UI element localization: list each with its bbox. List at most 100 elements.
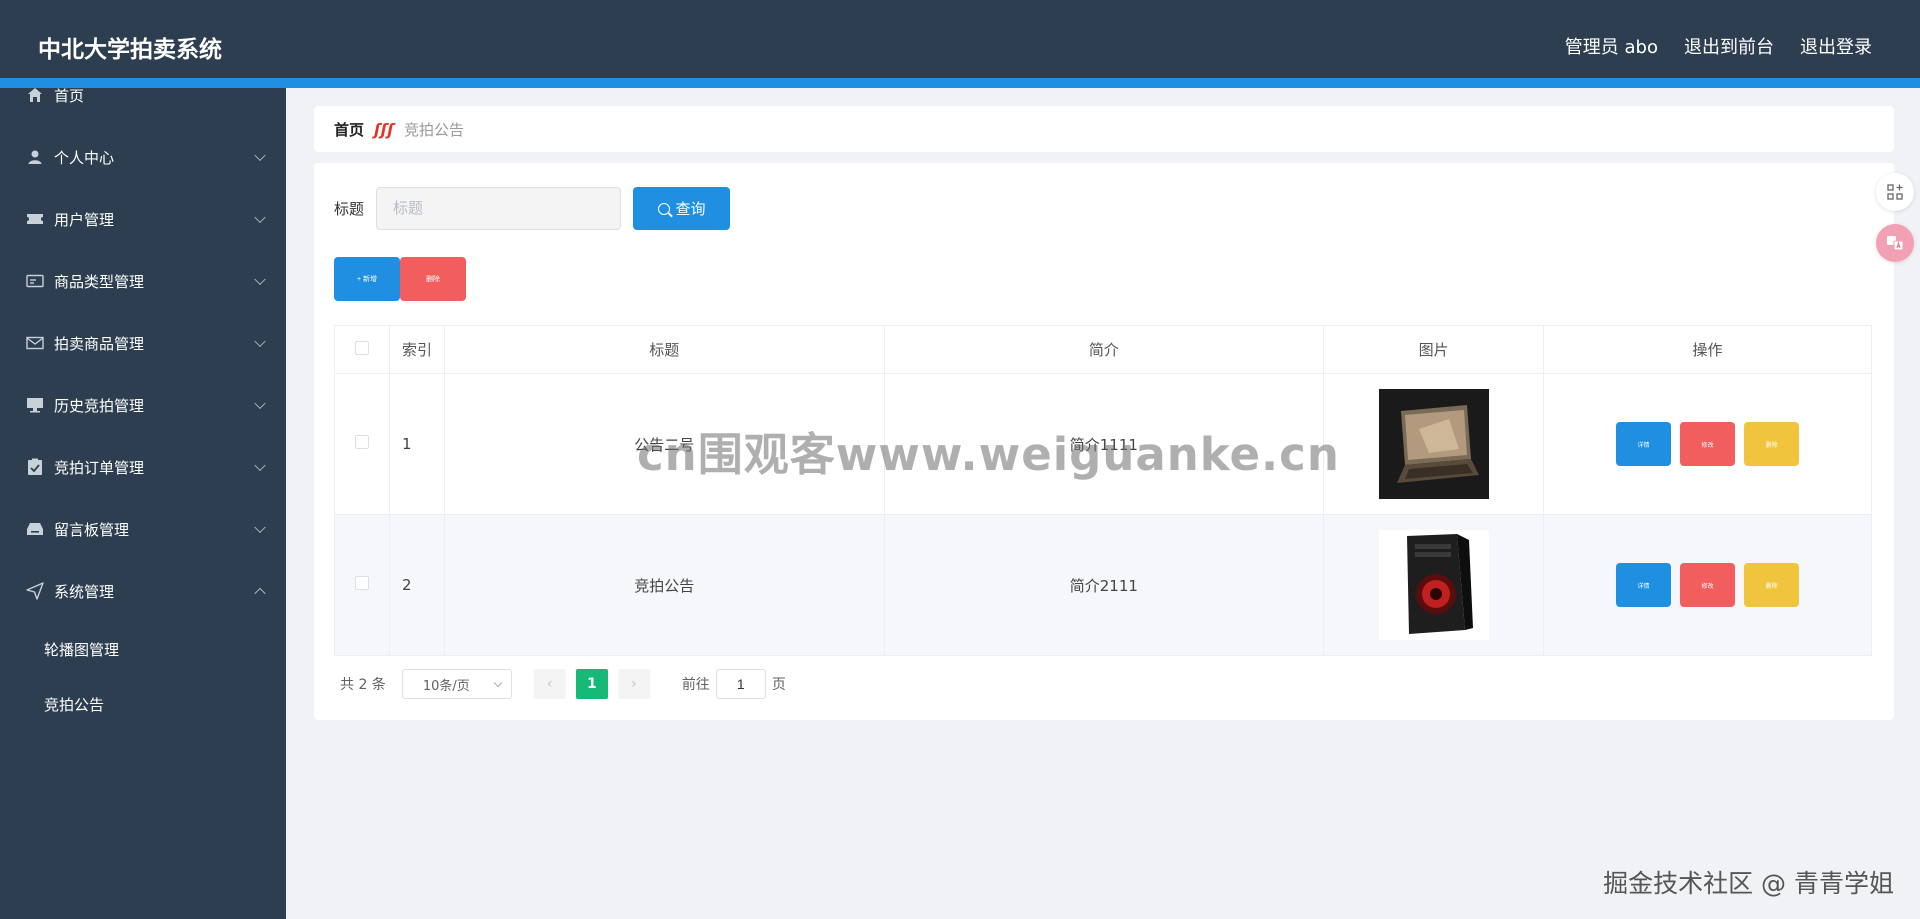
chevron-down-icon — [493, 678, 503, 688]
chevron-down-icon — [254, 521, 266, 534]
table-header-row: 索引 标题 简介 图片 操作 — [334, 325, 1872, 374]
laptop-image — [1378, 389, 1489, 499]
detail-button[interactable]: 详情 — [1616, 422, 1672, 466]
announcement-table: 索引 标题 简介 图片 操作 1 公告二号 简介1111 详情 修改 删除 2 … — [334, 325, 1872, 656]
app-title: 中北大学拍卖系统 — [38, 37, 222, 63]
sidebar-item-user-management[interactable]: 用户管理 — [0, 188, 286, 250]
logout-link[interactable]: 退出登录 — [1800, 33, 1872, 59]
mail-icon — [26, 334, 44, 352]
delete-button[interactable]: 删除 — [1744, 563, 1800, 607]
page-number-button[interactable]: 1 — [575, 669, 608, 699]
chevron-down-icon — [254, 149, 266, 162]
ticket-icon — [26, 210, 44, 228]
clipboard-check-icon — [26, 458, 44, 476]
apps-add-icon[interactable] — [1876, 173, 1914, 211]
header-links: 管理员 abo 退出到前台 退出登录 — [1565, 33, 1872, 59]
page-size-select[interactable]: 10条/页 — [401, 669, 512, 699]
search-form: 标题 查询 — [334, 187, 731, 230]
next-page-button[interactable]: › — [617, 669, 650, 699]
search-icon — [657, 202, 670, 215]
chevron-down-icon — [254, 459, 266, 472]
goto-page-input[interactable] — [715, 669, 766, 699]
sidebar-item-history-bid-management[interactable]: 历史竞拍管理 — [0, 374, 286, 436]
send-icon — [26, 582, 44, 600]
row-select-cell — [334, 514, 390, 656]
chevron-down-icon — [254, 273, 266, 286]
breadcrumb-separator-icon: ʃʃʃ — [374, 119, 394, 139]
chevron-down-icon — [254, 335, 266, 348]
sidebar-item-label: 首页 — [54, 86, 85, 105]
table-row: 2 竞拍公告 简介2111 详情 修改 删除 — [334, 514, 1872, 656]
pagination: 共 2 条 10条/页 ‹ 1 › 前往 页 — [340, 669, 786, 699]
row-actions: 详情 修改 删除 — [1543, 514, 1872, 656]
goto-label: 前往 — [681, 677, 710, 693]
row-checkbox[interactable] — [354, 576, 369, 590]
sidebar-subitem-carousel-management[interactable]: 轮播图管理 — [0, 622, 286, 677]
inbox-icon — [26, 520, 44, 538]
sidebar-item-label: 拍卖商品管理 — [54, 334, 145, 353]
row-index: 1 — [388, 373, 445, 515]
chevron-up-icon — [254, 587, 266, 600]
monitor-icon — [26, 396, 44, 414]
sidebar-item-label: 竞拍订单管理 — [54, 458, 145, 477]
sidebar-item-bid-order-management[interactable]: 竞拍订单管理 — [0, 436, 286, 498]
delete-button[interactable]: 删除 — [1744, 422, 1800, 466]
admin-user-link[interactable]: 管理员 abo — [1565, 33, 1658, 59]
title-search-input[interactable] — [376, 187, 622, 230]
pc-tower-image — [1378, 530, 1489, 640]
goto-suffix: 页 — [771, 677, 786, 693]
card-icon — [26, 272, 44, 290]
sidebar: 首页 个人中心 用户管理 商品类型管理 拍卖商品管理 历史竞拍管理 竞拍订单管理… — [0, 87, 286, 919]
search-label: 标题 — [334, 200, 365, 218]
action-bar: + 新增 删除 — [334, 257, 466, 301]
add-button[interactable]: + 新增 — [334, 257, 400, 301]
breadcrumb: 首页 ʃʃʃ 竞拍公告 — [314, 106, 1894, 152]
pagination-total: 共 2 条 — [340, 677, 386, 693]
column-header-intro: 简介 — [883, 325, 1325, 374]
sidebar-item-message-board-management[interactable]: 留言板管理 — [0, 498, 286, 560]
sidebar-subitem-bid-announcement[interactable]: 竞拍公告 — [0, 677, 286, 732]
sidebar-item-label: 个人中心 — [54, 148, 115, 167]
sidebar-item-label: 用户管理 — [54, 210, 115, 229]
edit-button[interactable]: 修改 — [1680, 563, 1736, 607]
sidebar-item-system-management[interactable]: 系统管理 — [0, 560, 286, 622]
sidebar-item-auction-product-management[interactable]: 拍卖商品管理 — [0, 312, 286, 374]
chevron-down-icon — [254, 211, 266, 224]
top-header: 中北大学拍卖系统 管理员 abo 退出到前台 退出登录 — [0, 0, 1920, 88]
back-to-frontend-link[interactable]: 退出到前台 — [1684, 33, 1774, 59]
user-icon — [26, 148, 44, 166]
chevron-down-icon — [254, 397, 266, 410]
sidebar-item-label: 历史竞拍管理 — [54, 396, 145, 415]
column-header-title: 标题 — [443, 325, 885, 374]
row-image-cell — [1323, 373, 1545, 515]
translate-icon[interactable] — [1876, 224, 1914, 262]
edit-button[interactable]: 修改 — [1680, 422, 1736, 466]
breadcrumb-current: 竞拍公告 — [403, 120, 464, 139]
row-image-cell — [1323, 514, 1545, 656]
sidebar-item-label: 系统管理 — [54, 582, 115, 601]
row-select-cell — [334, 373, 390, 515]
sidebar-item-label: 商品类型管理 — [54, 272, 145, 291]
page-size-value: 10条/页 — [422, 678, 470, 694]
select-all-checkbox[interactable] — [354, 340, 369, 355]
sidebar-item-personal-center[interactable]: 个人中心 — [0, 126, 286, 188]
row-actions: 详情 修改 删除 — [1543, 373, 1872, 515]
sidebar-item-product-type-management[interactable]: 商品类型管理 — [0, 250, 286, 312]
sidebar-item-home[interactable]: 首页 — [0, 64, 286, 126]
row-title: 竞拍公告 — [443, 514, 885, 656]
row-intro: 简介2111 — [883, 514, 1325, 656]
watermark-corner: 掘金技术社区 @ 青青学姐 — [1603, 869, 1894, 898]
prev-page-button[interactable]: ‹ — [533, 669, 566, 699]
watermark-center: cn围观客www.weiguanke.cn — [637, 428, 1340, 481]
column-header-actions: 操作 — [1543, 325, 1872, 374]
row-checkbox[interactable] — [354, 435, 369, 449]
home-icon — [26, 86, 44, 104]
breadcrumb-home[interactable]: 首页 — [334, 119, 364, 140]
detail-button[interactable]: 详情 — [1616, 563, 1672, 607]
query-button[interactable]: 查询 — [633, 187, 731, 230]
select-all-cell — [334, 325, 390, 374]
column-header-index: 索引 — [388, 325, 445, 374]
header-accent-bar — [0, 78, 1920, 88]
column-header-image: 图片 — [1323, 325, 1545, 374]
batch-delete-button[interactable]: 删除 — [400, 257, 466, 301]
